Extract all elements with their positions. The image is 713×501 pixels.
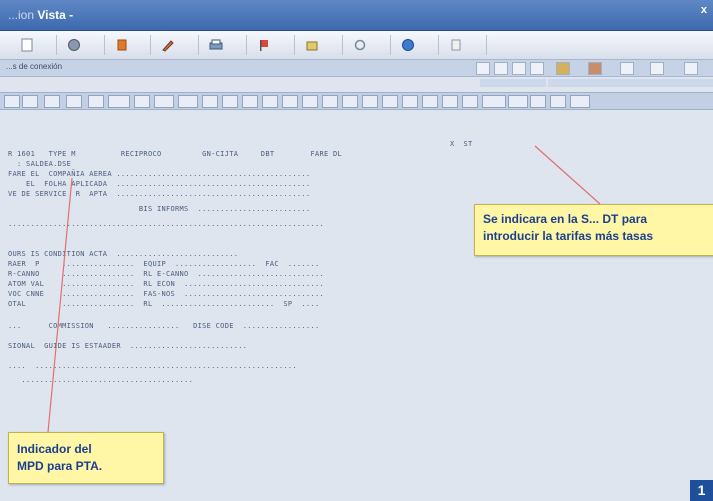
callout-left-line2: MPD para PTA. xyxy=(17,459,103,473)
arrow-left-callout xyxy=(47,177,73,433)
callout-right-line1: Se indicara en la S... DT para xyxy=(483,212,648,226)
callout-right: Se indicara en la S... DT para introduci… xyxy=(474,204,713,256)
arrow-right-callout xyxy=(534,145,601,205)
terminal-screen: ...ion Vista - x ...s de conexión R 1601… xyxy=(0,0,713,501)
callout-left: Indicador del MPD para PTA. xyxy=(8,432,164,484)
callout-right-line2: introducir la tarifas más tasas xyxy=(483,229,654,243)
page-badge: 1 xyxy=(690,480,713,501)
callout-left-line1: Indicador del xyxy=(17,442,92,456)
